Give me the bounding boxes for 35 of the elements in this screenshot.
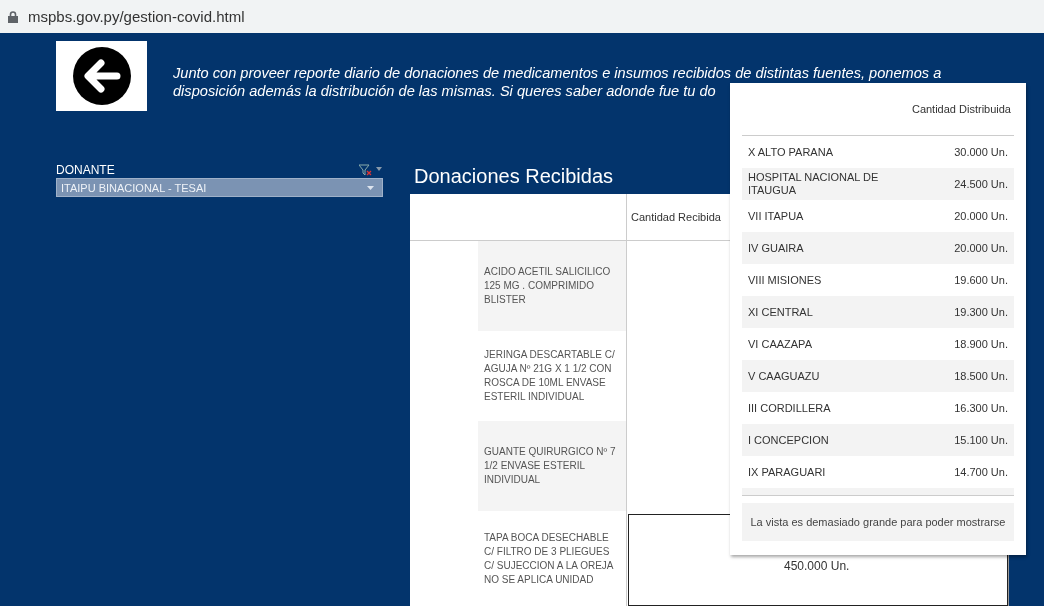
intro-text: Junto con proveer reporte diario de donaciones de medicamentos e insumos recibidos de distintas fuentes, ponemos a	[173, 64, 942, 82]
amount-text: 24.500 Un.	[954, 177, 1008, 191]
url-text[interactable]: mspbs.gov.py/gestion-covid.html	[28, 8, 245, 25]
section-title: Donaciones Recibidas	[413, 164, 614, 189]
region-text: IX PARAGUARI	[748, 465, 826, 479]
region-text: X ALTO PARANA	[748, 145, 833, 159]
region-text: HOSPITAL NACIONAL DE ITAUGUA	[748, 171, 880, 197]
region-text: XI CENTRAL	[748, 305, 813, 319]
region-text: I CONCEPCION	[748, 433, 829, 447]
amount-text: 19.600 Un.	[954, 273, 1008, 287]
filter-label: DONANTE	[56, 162, 115, 177]
amount-text: 15.100 Un.	[954, 433, 1008, 447]
product-cell: GUANTE QUIRURGICO Nº 7 1/2 ENVASE ESTERIL INDIVIDUAL	[478, 421, 626, 511]
product-cell: ACIDO ACETIL SALICILICO 125 MG . COMPRIMIDO BLISTER	[478, 241, 626, 331]
back-button[interactable]	[56, 41, 147, 111]
region-text: VII ITAPUA	[748, 209, 804, 223]
region-text: IV GUAIRA	[748, 241, 804, 255]
clear-filter-icon[interactable]	[359, 163, 383, 176]
region-text: V CAAGUAZU	[748, 369, 820, 383]
amount-text: 30.000 Un.	[954, 145, 1008, 159]
lock-icon	[8, 10, 18, 23]
region-text: III CORDILLERA	[748, 401, 831, 415]
caret-icon	[367, 185, 374, 190]
amount-text: 19.300 Un.	[954, 305, 1008, 319]
message-text: La vista es demasiado grande para poder mostrarse	[742, 503, 1014, 541]
amount-text: 20.000 Un.	[954, 241, 1008, 255]
quantity-text: 450.000 Un.	[784, 559, 850, 573]
region-text: VIII MISIONES	[748, 273, 822, 287]
intro-text: disposición además la distribución de las mismas. Si queres saber adonde fue tu do	[173, 82, 717, 100]
amount-text: 14.700 Un.	[954, 465, 1008, 479]
region-text: VI CAAZAPA	[748, 337, 812, 351]
amount-text: 16.300 Un.	[954, 401, 1008, 415]
amount-text: 18.900 Un.	[954, 337, 1008, 351]
amount-text: 18.500 Un.	[954, 369, 1008, 383]
amount-text: 20.000 Un.	[954, 209, 1008, 223]
